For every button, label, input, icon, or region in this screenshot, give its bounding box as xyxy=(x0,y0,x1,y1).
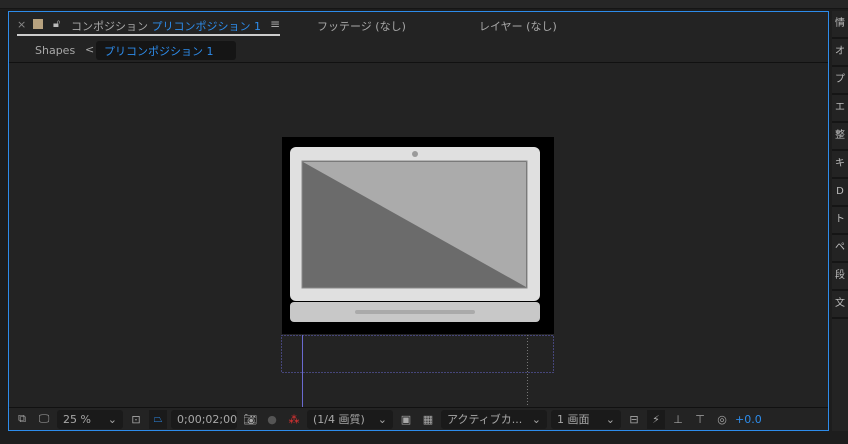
side-item[interactable]: 整 xyxy=(832,123,848,151)
timecode-display[interactable]: 0;00;02;00 xyxy=(171,409,237,429)
fast-previews-icon[interactable]: ⚡︎ xyxy=(647,409,665,429)
view-layout-dropdown[interactable]: 1 画面 ⌄ xyxy=(551,409,621,429)
camera-dropdown[interactable]: アクティブカ... ⌄ xyxy=(441,409,547,429)
side-item[interactable]: エ xyxy=(832,95,848,123)
breadcrumb: Shapes < プリコンポジション 1 xyxy=(9,39,828,63)
chevron-down-icon: ⌄ xyxy=(605,412,615,426)
laptop-trackpad-slot xyxy=(355,310,475,314)
camera-value: アクティブカ... xyxy=(447,413,523,426)
side-item[interactable]: 文 xyxy=(832,291,848,319)
pixel-aspect-icon[interactable]: ⊟ xyxy=(625,410,643,429)
resolution-value: (1/4 画質) xyxy=(313,413,365,426)
viewer-toolbar: ⧉ 🖵︎ 25 % ⌄ ⊡ ⏢ 0;00;02;00 📷︎ ● ⁂ (1/4 画質… xyxy=(9,407,828,430)
zoom-value: 25 % xyxy=(63,412,91,426)
side-item[interactable]: キ xyxy=(832,151,848,179)
exposure-value[interactable]: +0.0 xyxy=(735,410,762,429)
composition-viewer[interactable] xyxy=(9,64,828,407)
camera-snapshot-icon[interactable]: 📷︎ xyxy=(241,410,259,429)
fast-preview-icon[interactable]: ▣ xyxy=(397,410,415,429)
side-item[interactable]: ト xyxy=(832,207,848,235)
region-of-interest-icon[interactable]: ⊡ xyxy=(127,410,145,429)
reset-exposure-icon[interactable]: ◎ xyxy=(713,410,731,429)
chevron-down-icon: ⌄ xyxy=(531,412,541,426)
monitor-icon[interactable]: 🖵︎ xyxy=(35,410,53,429)
right-panel-strip: 情 オ プ エ 整 キ D ト ペ 段 文 xyxy=(832,11,848,431)
chevron-down-icon: ⌄ xyxy=(377,412,387,426)
panel-tab-bar: × 🔓︎ コンポジション プリコンポジション 1 ≡ フッテージ (なし) レイ… xyxy=(9,12,828,39)
tab-layer[interactable]: レイヤー (なし) xyxy=(479,18,557,34)
view-layout-value: 1 画面 xyxy=(557,413,590,426)
breadcrumb-current[interactable]: プリコンポジション 1 xyxy=(96,41,236,60)
show-snapshot-icon[interactable]: ● xyxy=(263,410,281,429)
laptop-camera xyxy=(412,151,418,157)
tab-comp-name: プリコンポジション 1 xyxy=(151,20,262,33)
tab-composition[interactable]: コンポジション プリコンポジション 1 xyxy=(71,18,261,34)
zoom-dropdown[interactable]: 25 % ⌄ xyxy=(57,409,123,429)
timeline-icon[interactable]: ⊥ xyxy=(669,410,687,429)
flowchart-icon[interactable]: ⊤ xyxy=(691,410,709,429)
side-item[interactable]: 情 xyxy=(832,11,848,39)
close-tab-button[interactable]: × xyxy=(17,18,26,31)
side-item[interactable]: 段 xyxy=(832,263,848,291)
composition-panel: × 🔓︎ コンポジション プリコンポジション 1 ≡ フッテージ (なし) レイ… xyxy=(8,11,829,431)
tab-footage[interactable]: フッテージ (なし) xyxy=(317,18,406,34)
channel-rgb-icon[interactable]: ⁂ xyxy=(285,410,303,429)
always-preview-icon[interactable]: ⧉ xyxy=(13,410,31,429)
top-panel-strip xyxy=(0,0,848,9)
breadcrumb-parent[interactable]: Shapes xyxy=(35,44,75,57)
side-item[interactable]: オ xyxy=(832,39,848,67)
composition-canvas xyxy=(281,137,554,407)
chevron-down-icon: ⌄ xyxy=(107,412,117,426)
active-tab-underline xyxy=(17,34,280,36)
side-item[interactable]: D xyxy=(832,179,848,207)
label-color-swatch[interactable] xyxy=(33,19,43,29)
lock-icon[interactable]: 🔓︎ xyxy=(53,17,60,31)
side-item[interactable]: ペ xyxy=(832,235,848,263)
layer-bounding-box xyxy=(281,335,554,373)
side-item[interactable]: プ xyxy=(832,67,848,95)
resolution-dropdown[interactable]: (1/4 画質) ⌄ xyxy=(307,409,393,429)
tab-prefix: コンポジション xyxy=(71,20,148,33)
mask-shape-path-icon[interactable]: ⏢ xyxy=(149,409,167,429)
transparency-grid-icon[interactable]: ▦ xyxy=(419,410,437,429)
panel-menu-icon[interactable]: ≡ xyxy=(270,17,280,31)
breadcrumb-back-arrow[interactable]: < xyxy=(85,43,94,56)
